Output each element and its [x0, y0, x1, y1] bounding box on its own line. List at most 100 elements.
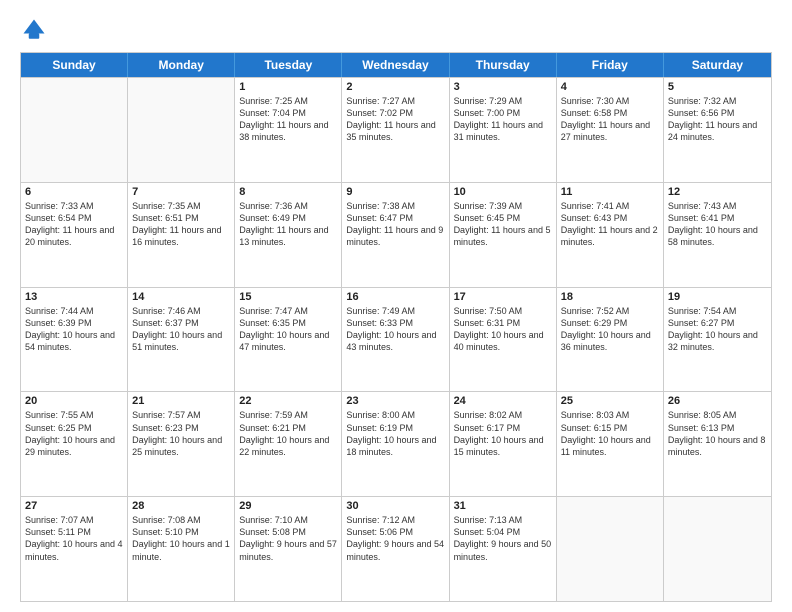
day-number: 6	[25, 186, 123, 198]
day-number: 16	[346, 291, 444, 303]
day-info: Sunrise: 7:39 AM Sunset: 6:45 PM Dayligh…	[454, 200, 552, 249]
cal-cell: 13 Sunrise: 7:44 AM Sunset: 6:39 PM Dayli…	[21, 288, 128, 392]
header-day-tuesday: Tuesday	[235, 53, 342, 77]
cal-cell: 3 Sunrise: 7:29 AM Sunset: 7:00 PM Daylig…	[450, 78, 557, 182]
day-number: 12	[668, 186, 767, 198]
cal-cell: 12Sunrise: 7:43 AM Sunset: 6:41 PM Dayli…	[664, 183, 771, 287]
logo-icon	[20, 16, 48, 44]
day-info: Sunrise: 7:54 AM Sunset: 6:27 PM Dayligh…	[668, 305, 767, 354]
cal-cell: 29Sunrise: 7:10 AM Sunset: 5:08 PM Dayli…	[235, 497, 342, 601]
cal-cell: 22 Sunrise: 7:59 AM Sunset: 6:21 PM Dayli…	[235, 392, 342, 496]
cal-cell: 17 Sunrise: 7:50 AM Sunset: 6:31 PM Dayli…	[450, 288, 557, 392]
cal-cell: 7 Sunrise: 7:35 AM Sunset: 6:51 PM Daylig…	[128, 183, 235, 287]
cal-cell: 24 Sunrise: 8:02 AM Sunset: 6:17 PM Dayli…	[450, 392, 557, 496]
day-number: 20	[25, 395, 123, 407]
day-info: Sunrise: 7:35 AM Sunset: 6:51 PM Dayligh…	[132, 200, 230, 249]
header-day-thursday: Thursday	[450, 53, 557, 77]
header-day-friday: Friday	[557, 53, 664, 77]
cal-cell: 5 Sunrise: 7:32 AM Sunset: 6:56 PM Daylig…	[664, 78, 771, 182]
day-info: Sunrise: 7:08 AM Sunset: 5:10 PM Dayligh…	[132, 514, 230, 563]
day-info: Sunrise: 7:29 AM Sunset: 7:00 PM Dayligh…	[454, 95, 552, 144]
day-info: Sunrise: 7:50 AM Sunset: 6:31 PM Dayligh…	[454, 305, 552, 354]
header-day-saturday: Saturday	[664, 53, 771, 77]
day-number: 25	[561, 395, 659, 407]
day-info: Sunrise: 7:57 AM Sunset: 6:23 PM Dayligh…	[132, 409, 230, 458]
day-number: 4	[561, 81, 659, 93]
day-number: 17	[454, 291, 552, 303]
cal-cell: 8Sunrise: 7:36 AM Sunset: 6:49 PM Daylig…	[235, 183, 342, 287]
day-number: 3	[454, 81, 552, 93]
cal-cell: 20Sunrise: 7:55 AM Sunset: 6:25 PM Dayli…	[21, 392, 128, 496]
day-info: Sunrise: 8:00 AM Sunset: 6:19 PM Dayligh…	[346, 409, 444, 458]
header-day-sunday: Sunday	[21, 53, 128, 77]
cal-cell: 26Sunrise: 8:05 AM Sunset: 6:13 PM Dayli…	[664, 392, 771, 496]
day-number: 23	[346, 395, 444, 407]
day-number: 28	[132, 500, 230, 512]
cal-cell	[21, 78, 128, 182]
cal-cell: 11 Sunrise: 7:41 AM Sunset: 6:43 PM Dayli…	[557, 183, 664, 287]
day-number: 24	[454, 395, 552, 407]
day-number: 19	[668, 291, 767, 303]
week-row-2: 6 Sunrise: 7:33 AM Sunset: 6:54 PM Daylig…	[21, 182, 771, 287]
day-number: 2	[346, 81, 444, 93]
day-number: 1	[239, 81, 337, 93]
calendar-body: 1 Sunrise: 7:25 AM Sunset: 7:04 PM Daylig…	[21, 77, 771, 601]
cal-cell: 31Sunrise: 7:13 AM Sunset: 5:04 PM Dayli…	[450, 497, 557, 601]
cal-cell	[128, 78, 235, 182]
day-info: Sunrise: 7:49 AM Sunset: 6:33 PM Dayligh…	[346, 305, 444, 354]
cal-cell: 10Sunrise: 7:39 AM Sunset: 6:45 PM Dayli…	[450, 183, 557, 287]
header-day-monday: Monday	[128, 53, 235, 77]
calendar: SundayMondayTuesdayWednesdayThursdayFrid…	[20, 52, 772, 602]
cal-cell: 9 Sunrise: 7:38 AM Sunset: 6:47 PM Daylig…	[342, 183, 449, 287]
cal-cell: 1 Sunrise: 7:25 AM Sunset: 7:04 PM Daylig…	[235, 78, 342, 182]
week-row-5: 27 Sunrise: 7:07 AM Sunset: 5:11 PM Dayli…	[21, 496, 771, 601]
day-info: Sunrise: 7:07 AM Sunset: 5:11 PM Dayligh…	[25, 514, 123, 563]
day-number: 9	[346, 186, 444, 198]
day-number: 18	[561, 291, 659, 303]
page: SundayMondayTuesdayWednesdayThursdayFrid…	[0, 0, 792, 612]
day-info: Sunrise: 8:02 AM Sunset: 6:17 PM Dayligh…	[454, 409, 552, 458]
week-row-1: 1 Sunrise: 7:25 AM Sunset: 7:04 PM Daylig…	[21, 77, 771, 182]
cal-cell: 30 Sunrise: 7:12 AM Sunset: 5:06 PM Dayli…	[342, 497, 449, 601]
day-number: 31	[454, 500, 552, 512]
logo	[20, 16, 52, 44]
day-info: Sunrise: 7:46 AM Sunset: 6:37 PM Dayligh…	[132, 305, 230, 354]
day-number: 5	[668, 81, 767, 93]
cal-cell: 19 Sunrise: 7:54 AM Sunset: 6:27 PM Dayli…	[664, 288, 771, 392]
week-row-3: 13 Sunrise: 7:44 AM Sunset: 6:39 PM Dayli…	[21, 287, 771, 392]
day-info: Sunrise: 7:38 AM Sunset: 6:47 PM Dayligh…	[346, 200, 444, 249]
week-row-4: 20Sunrise: 7:55 AM Sunset: 6:25 PM Dayli…	[21, 391, 771, 496]
cal-cell: 4Sunrise: 7:30 AM Sunset: 6:58 PM Daylig…	[557, 78, 664, 182]
cal-cell: 16 Sunrise: 7:49 AM Sunset: 6:33 PM Dayli…	[342, 288, 449, 392]
cal-cell: 14 Sunrise: 7:46 AM Sunset: 6:37 PM Dayli…	[128, 288, 235, 392]
day-number: 11	[561, 186, 659, 198]
cal-cell	[557, 497, 664, 601]
cal-cell	[664, 497, 771, 601]
day-number: 30	[346, 500, 444, 512]
day-number: 15	[239, 291, 337, 303]
cal-cell: 21 Sunrise: 7:57 AM Sunset: 6:23 PM Dayli…	[128, 392, 235, 496]
day-info: Sunrise: 7:33 AM Sunset: 6:54 PM Dayligh…	[25, 200, 123, 249]
day-number: 29	[239, 500, 337, 512]
day-number: 7	[132, 186, 230, 198]
calendar-header: SundayMondayTuesdayWednesdayThursdayFrid…	[21, 53, 771, 77]
cal-cell: 15 Sunrise: 7:47 AM Sunset: 6:35 PM Dayli…	[235, 288, 342, 392]
day-number: 22	[239, 395, 337, 407]
day-info: Sunrise: 7:41 AM Sunset: 6:43 PM Dayligh…	[561, 200, 659, 249]
day-info: Sunrise: 7:36 AM Sunset: 6:49 PM Dayligh…	[239, 200, 337, 249]
day-number: 21	[132, 395, 230, 407]
day-info: Sunrise: 7:47 AM Sunset: 6:35 PM Dayligh…	[239, 305, 337, 354]
day-info: Sunrise: 7:32 AM Sunset: 6:56 PM Dayligh…	[668, 95, 767, 144]
day-number: 14	[132, 291, 230, 303]
day-info: Sunrise: 8:03 AM Sunset: 6:15 PM Dayligh…	[561, 409, 659, 458]
day-info: Sunrise: 7:12 AM Sunset: 5:06 PM Dayligh…	[346, 514, 444, 563]
day-info: Sunrise: 8:05 AM Sunset: 6:13 PM Dayligh…	[668, 409, 767, 458]
day-number: 13	[25, 291, 123, 303]
header-day-wednesday: Wednesday	[342, 53, 449, 77]
day-info: Sunrise: 7:44 AM Sunset: 6:39 PM Dayligh…	[25, 305, 123, 354]
day-info: Sunrise: 7:59 AM Sunset: 6:21 PM Dayligh…	[239, 409, 337, 458]
cal-cell: 27 Sunrise: 7:07 AM Sunset: 5:11 PM Dayli…	[21, 497, 128, 601]
day-info: Sunrise: 7:27 AM Sunset: 7:02 PM Dayligh…	[346, 95, 444, 144]
day-number: 27	[25, 500, 123, 512]
day-info: Sunrise: 7:25 AM Sunset: 7:04 PM Dayligh…	[239, 95, 337, 144]
